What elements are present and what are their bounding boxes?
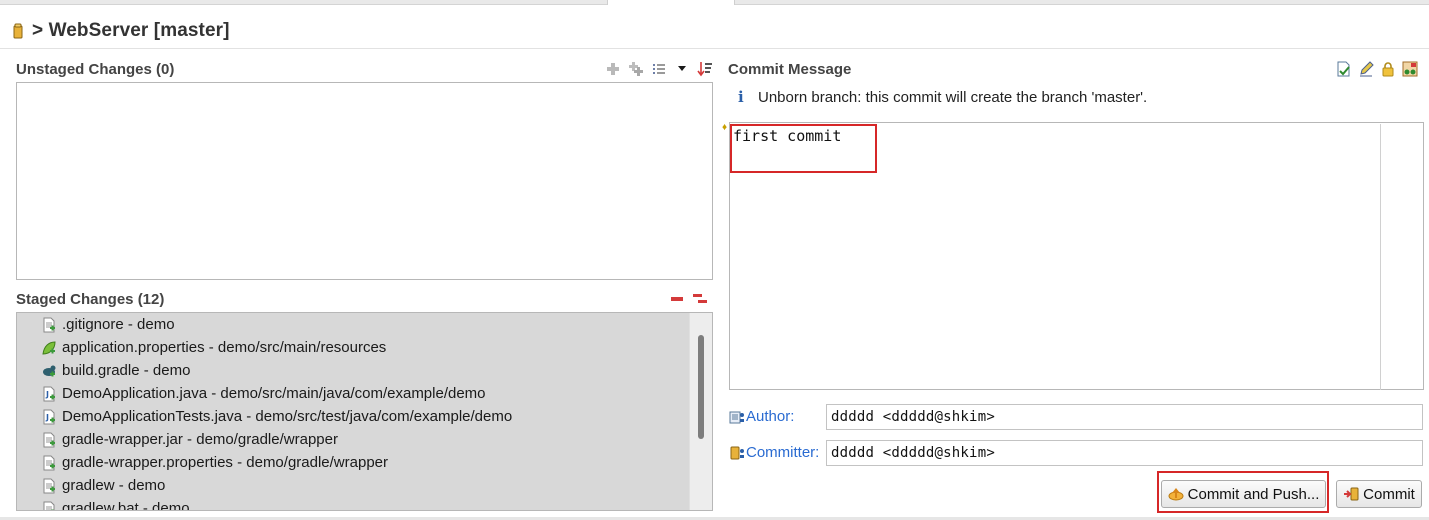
sort-icon xyxy=(696,61,712,76)
change-id-icon xyxy=(1402,61,1417,76)
list-item[interactable]: J DemoApplication.java - demo/src/main/j… xyxy=(17,382,689,405)
list-item-label: gradle-wrapper.properties - demo/gradle/… xyxy=(62,454,389,471)
add-all-icon xyxy=(628,61,643,76)
editor-tab-strip xyxy=(0,0,1429,5)
staged-changes-list[interactable]: .gitignore - demo application.properties… xyxy=(17,313,689,510)
author-icon xyxy=(729,411,744,423)
presentation-menu-button[interactable] xyxy=(650,60,667,77)
committer-field[interactable]: ddddd <ddddd@shkim> xyxy=(826,440,1423,466)
margin-ruler xyxy=(1380,124,1381,390)
unstaged-changes-title: Unstaged Changes (0) xyxy=(16,61,175,78)
commit-button[interactable]: Commit xyxy=(1336,480,1422,508)
unstaged-changes-list[interactable] xyxy=(16,82,713,280)
java-file-icon: J xyxy=(43,386,55,401)
list-item-label: gradlew.bat - demo xyxy=(62,500,190,510)
list-item-label: gradlew - demo xyxy=(62,477,166,494)
add-change-id-button[interactable] xyxy=(1401,60,1418,77)
author-label: Author: xyxy=(729,408,794,425)
gradle-icon xyxy=(43,365,56,376)
content-assist-hint-icon: ♦ xyxy=(722,122,728,133)
list-item[interactable]: gradle-wrapper.properties - demo/gradle/… xyxy=(17,451,689,474)
remove-all-icon xyxy=(692,293,707,303)
list-item-label: .gitignore - demo xyxy=(62,316,175,333)
list-item[interactable]: gradle-wrapper.jar - demo/gradle/wrapper xyxy=(17,428,689,451)
tab-git-staging[interactable] xyxy=(607,0,735,5)
list-item-label: application.properties - demo/src/main/r… xyxy=(62,339,387,356)
list-item-label: DemoApplication.java - demo/src/main/jav… xyxy=(62,385,486,402)
unstage-selected-button[interactable] xyxy=(668,290,685,307)
list-item[interactable]: gradlew - demo xyxy=(17,474,689,497)
page-title: > WebServer [master] xyxy=(32,20,230,41)
staged-toolbar xyxy=(668,290,708,307)
author-field[interactable]: ddddd <ddddd@shkim> xyxy=(826,404,1423,430)
stage-all-button[interactable] xyxy=(627,60,644,77)
view-menu-button[interactable] xyxy=(673,60,690,77)
list-view-icon xyxy=(652,63,665,74)
list-item-label: DemoApplicationTests.java - demo/src/tes… xyxy=(62,408,513,425)
unborn-branch-info: i Unborn branch: this commit will create… xyxy=(738,88,1147,106)
remove-icon xyxy=(670,296,683,301)
svg-text:J: J xyxy=(45,413,49,422)
sort-button[interactable] xyxy=(696,60,713,77)
pencil-icon xyxy=(1359,60,1374,76)
committer-label-text: Committer: xyxy=(746,444,820,461)
text-file-icon xyxy=(43,501,55,510)
list-item-label: build.gradle - demo xyxy=(62,362,191,379)
annotation-highlight-push xyxy=(1157,471,1329,513)
committer-label: Committer: xyxy=(729,444,819,461)
committer-icon xyxy=(730,446,744,459)
staged-changes-title: Staged Changes (12) xyxy=(16,291,165,308)
sign-commit-button[interactable] xyxy=(1379,60,1396,77)
list-item[interactable]: .gitignore - demo xyxy=(17,313,689,336)
scrollbar-thumb[interactable] xyxy=(698,335,704,439)
commit-toolbar xyxy=(1335,60,1418,77)
properties-leaf-icon xyxy=(42,340,56,355)
text-file-icon xyxy=(43,478,55,493)
committer-value: ddddd <ddddd@shkim> xyxy=(831,445,995,461)
unstaged-toolbar xyxy=(604,60,713,77)
author-value: ddddd <ddddd@shkim> xyxy=(831,409,995,425)
list-item-label: gradle-wrapper.jar - demo/gradle/wrapper xyxy=(62,431,338,448)
list-item[interactable]: build.gradle - demo xyxy=(17,359,689,382)
chevron-down-icon xyxy=(677,65,686,71)
text-file-icon xyxy=(43,455,55,470)
header-divider xyxy=(0,48,1429,49)
staging-header: > WebServer [master] xyxy=(12,17,230,45)
commit-icon xyxy=(1344,487,1359,501)
add-icon xyxy=(606,62,619,75)
commit-label: Commit xyxy=(1363,485,1415,503)
signed-off-icon xyxy=(1337,61,1350,76)
text-file-icon xyxy=(43,317,55,332)
annotation-highlight-message xyxy=(730,124,877,173)
list-item[interactable]: gradlew.bat - demo xyxy=(17,497,689,510)
amend-button[interactable] xyxy=(1357,60,1374,77)
staged-scrollbar[interactable] xyxy=(689,313,712,510)
info-icon: i xyxy=(738,88,744,106)
list-item[interactable]: application.properties - demo/src/main/r… xyxy=(17,336,689,359)
repository-icon xyxy=(12,23,24,39)
unstage-all-button[interactable] xyxy=(691,290,708,307)
svg-text:J: J xyxy=(45,390,49,399)
stage-selected-button[interactable] xyxy=(604,60,621,77)
text-file-icon xyxy=(43,432,55,447)
lock-icon xyxy=(1382,61,1393,76)
list-item[interactable]: J DemoApplicationTests.java - demo/src/t… xyxy=(17,405,689,428)
java-file-icon: J xyxy=(43,409,55,424)
add-signed-off-button[interactable] xyxy=(1335,60,1352,77)
commit-message-title: Commit Message xyxy=(728,61,852,78)
author-label-text: Author: xyxy=(746,408,795,425)
info-message: Unborn branch: this commit will create t… xyxy=(758,88,1148,106)
